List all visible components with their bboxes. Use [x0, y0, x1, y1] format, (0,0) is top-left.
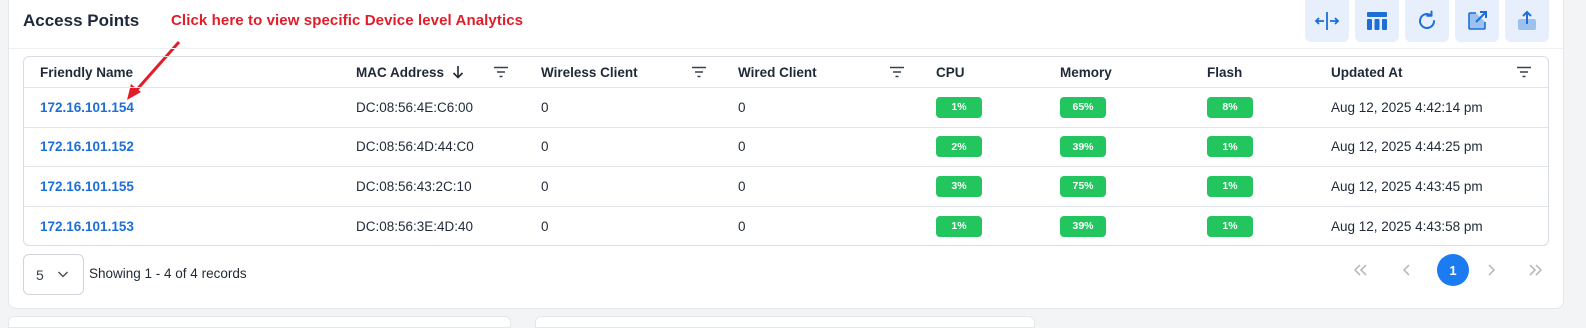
column-header-updated-at[interactable]: Updated At	[1331, 57, 1403, 87]
access-points-panel: Access Points Click here to view specifi…	[8, 0, 1564, 309]
previous-page-button[interactable]	[1391, 254, 1423, 286]
wireless-client-count: 0	[541, 139, 549, 155]
sort-descending-icon[interactable]	[452, 65, 464, 79]
column-header-wired-client[interactable]: Wired Client	[738, 57, 817, 87]
table-row: 172.16.101.153 DC:08:56:3E:4D:40 0 0 1% …	[24, 207, 1548, 246]
page-size-value: 5	[36, 266, 44, 283]
cpu-badge: 3%	[936, 175, 982, 197]
next-page-button[interactable]	[1475, 254, 1507, 286]
chevron-right-icon	[1488, 264, 1496, 276]
lower-panel-right	[535, 316, 1035, 328]
filter-icon[interactable]	[692, 65, 706, 79]
external-link-button[interactable]	[1455, 0, 1499, 42]
device-link[interactable]: 172.16.101.155	[40, 179, 134, 194]
column-header-friendly-name[interactable]: Friendly Name	[40, 57, 133, 87]
updated-at: Aug 12, 2025 4:42:14 pm	[1331, 99, 1483, 115]
memory-badge: 39%	[1060, 215, 1106, 237]
updated-at: Aug 12, 2025 4:44:25 pm	[1331, 139, 1483, 155]
column-header-cpu[interactable]: CPU	[936, 57, 965, 87]
panel-title: Access Points	[23, 11, 140, 30]
upload-button[interactable]	[1505, 0, 1549, 42]
first-page-button[interactable]	[1345, 254, 1377, 286]
mac-address: DC:08:56:4E:C6:00	[356, 99, 474, 115]
filter-icon[interactable]	[494, 65, 508, 79]
column-header-wireless-client[interactable]: Wireless Client	[541, 57, 638, 87]
updated-at: Aug 12, 2025 4:43:58 pm	[1331, 218, 1483, 234]
memory-badge: 65%	[1060, 96, 1106, 118]
mac-address: DC:08:56:43:2C:10	[356, 178, 472, 194]
filter-icon[interactable]	[1517, 65, 1531, 79]
columns-resize-icon	[1314, 12, 1340, 30]
flash-badge: 8%	[1207, 96, 1253, 118]
filter-icon[interactable]	[890, 65, 904, 79]
toolbar	[1305, 0, 1549, 42]
flash-badge: 1%	[1207, 175, 1253, 197]
device-link[interactable]: 172.16.101.152	[40, 139, 134, 154]
double-chevron-left-icon	[1353, 264, 1367, 276]
flash-badge: 1%	[1207, 215, 1253, 237]
updated-at: Aug 12, 2025 4:43:45 pm	[1331, 178, 1483, 194]
wired-client-count: 0	[738, 218, 746, 234]
wireless-client-count: 0	[541, 178, 549, 194]
column-header-flash[interactable]: Flash	[1207, 57, 1242, 87]
double-chevron-right-icon	[1529, 264, 1543, 276]
external-link-icon	[1468, 11, 1487, 30]
pagination: 1	[1345, 254, 1545, 286]
cpu-badge: 2%	[936, 136, 982, 158]
cpu-badge: 1%	[936, 96, 982, 118]
column-header-mac-address[interactable]: MAC Address	[356, 57, 464, 87]
refresh-icon	[1419, 10, 1435, 29]
last-page-button[interactable]	[1519, 254, 1551, 286]
page-size-select[interactable]: 5	[23, 254, 84, 295]
wireless-client-count: 0	[541, 99, 549, 115]
chevron-left-icon	[1402, 264, 1410, 276]
access-points-table: Friendly Name MAC Address Wireless Clien…	[23, 56, 1549, 246]
wired-client-count: 0	[738, 139, 746, 155]
wired-client-count: 0	[738, 99, 746, 115]
table-row: 172.16.101.155 DC:08:56:43:2C:10 0 0 3% …	[24, 167, 1548, 207]
table-layout-button[interactable]	[1355, 0, 1399, 42]
column-header-memory[interactable]: Memory	[1060, 57, 1112, 87]
header-divider	[9, 48, 1563, 49]
device-link[interactable]: 172.16.101.153	[40, 219, 134, 234]
wired-client-count: 0	[738, 178, 746, 194]
records-summary: Showing 1 - 4 of 4 records	[89, 266, 247, 281]
device-link[interactable]: 172.16.101.154	[40, 100, 134, 115]
cpu-badge: 1%	[936, 215, 982, 237]
table-layout-icon	[1367, 12, 1387, 30]
table-row: 172.16.101.152 DC:08:56:4D:44:C0 0 0 2% …	[24, 128, 1548, 167]
lower-panel-left	[8, 316, 511, 328]
page-number-button[interactable]: 1	[1437, 254, 1469, 286]
annotation-text: Click here to view specific Device level…	[171, 12, 524, 29]
chevron-down-icon	[57, 271, 69, 278]
flash-badge: 1%	[1207, 136, 1253, 158]
columns-resize-button[interactable]	[1305, 0, 1349, 42]
table-row: 172.16.101.154 DC:08:56:4E:C6:00 0 0 1% …	[24, 88, 1548, 128]
mac-address: DC:08:56:3E:4D:40	[356, 218, 474, 234]
wireless-client-count: 0	[541, 218, 549, 234]
memory-badge: 75%	[1060, 175, 1106, 197]
memory-badge: 39%	[1060, 136, 1106, 158]
refresh-button[interactable]	[1405, 0, 1449, 42]
mac-address: DC:08:56:4D:44:C0	[356, 139, 474, 155]
upload-icon	[1518, 10, 1536, 30]
table-header-row: Friendly Name MAC Address Wireless Clien…	[24, 57, 1548, 88]
